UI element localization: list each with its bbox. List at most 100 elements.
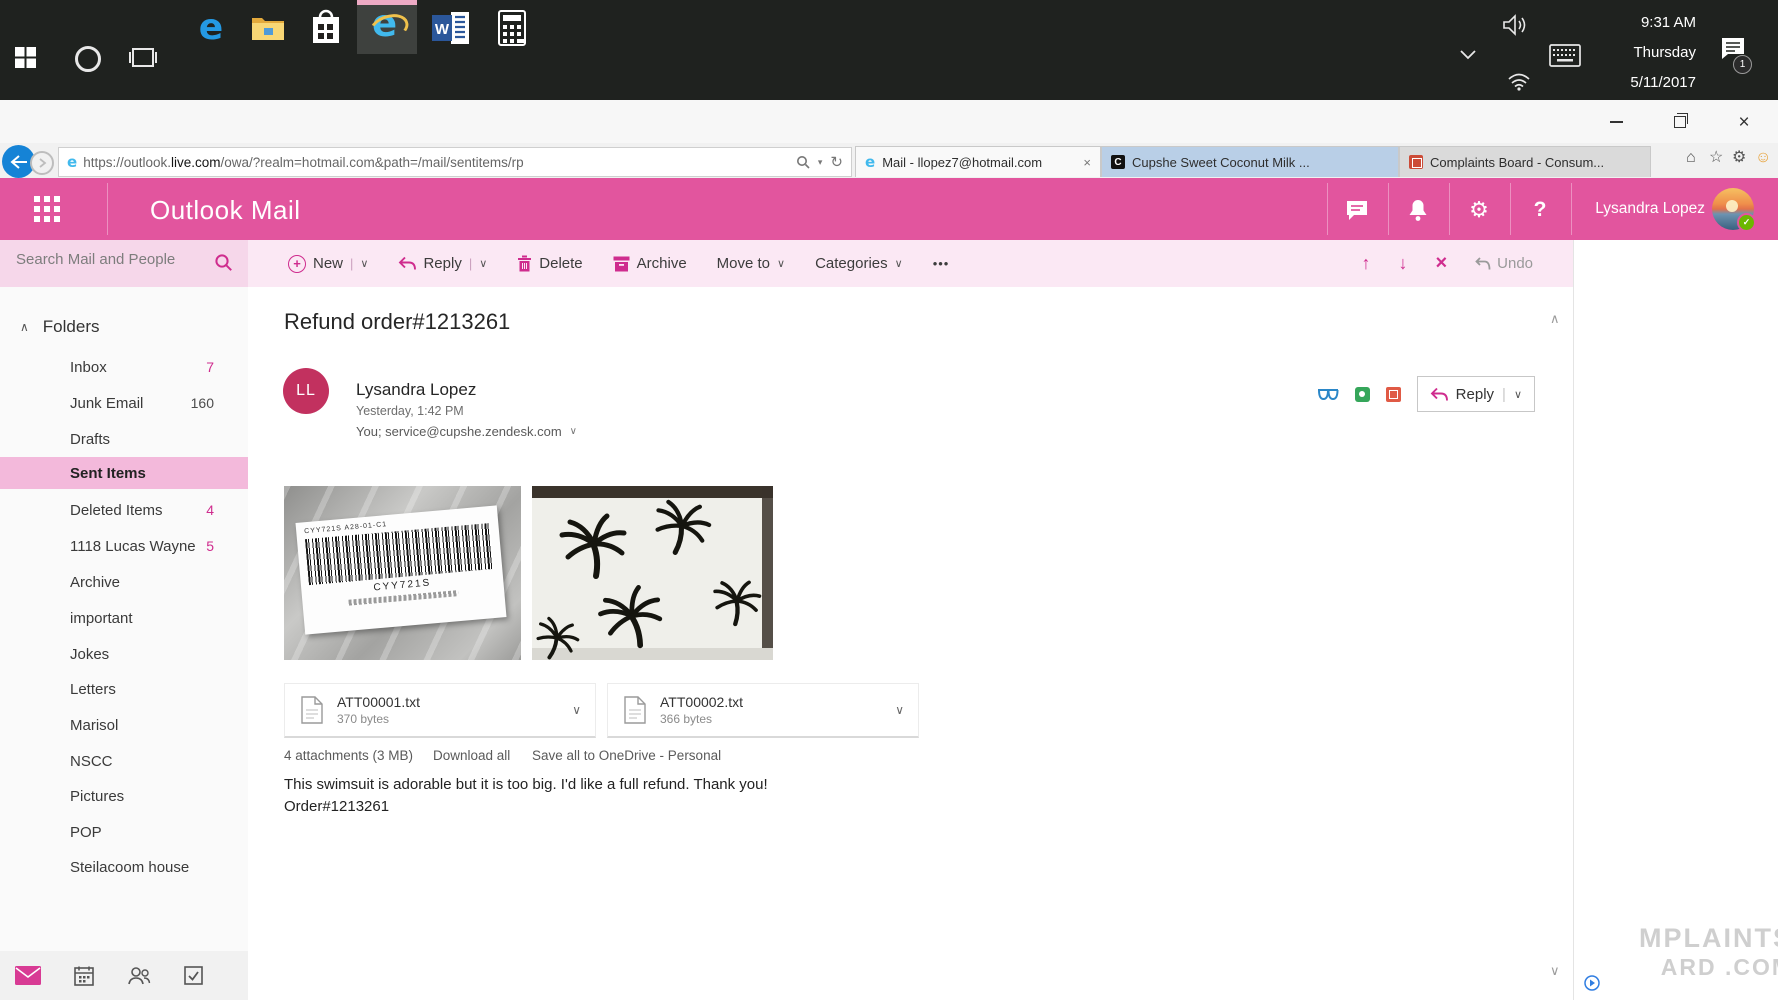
calculator-taskbar-icon[interactable] — [494, 7, 530, 49]
search-caret-icon[interactable]: ▾ — [818, 157, 823, 168]
status-check-icon: ✓ — [1737, 213, 1756, 232]
save-all-onedrive-link[interactable]: Save all to OneDrive - Personal — [532, 748, 721, 763]
people-module-icon[interactable] — [127, 966, 151, 985]
adchoices-icon[interactable] — [1584, 975, 1600, 991]
sidebar-item-letters[interactable]: Letters — [0, 673, 248, 705]
attachment-image-barcode[interactable]: CYY721S A28-01-C1 CYY721S — [284, 486, 521, 660]
scroll-down-chevron-icon[interactable]: ∨ — [1550, 963, 1560, 979]
previous-item-button[interactable]: ↑ — [1361, 253, 1370, 274]
sidebar-item-jokes[interactable]: Jokes — [0, 638, 248, 670]
mail-module-icon[interactable] — [15, 966, 41, 985]
tray-expand-chevron-icon[interactable] — [1458, 47, 1478, 63]
sidebar-item-sent-items[interactable]: Sent Items — [0, 457, 248, 489]
trash-icon — [518, 255, 532, 272]
sender-avatar[interactable]: LL — [283, 368, 329, 414]
sidebar-item-deleted-items[interactable]: Deleted Items 4 — [0, 494, 248, 526]
undo-button[interactable]: Undo — [1475, 255, 1533, 272]
search-icon[interactable] — [796, 155, 810, 169]
user-avatar[interactable]: ✓ — [1712, 188, 1756, 232]
reply-button-toolbar[interactable]: Reply | ∨ — [398, 255, 487, 272]
close-reading-pane-button[interactable]: × — [1435, 252, 1447, 275]
calendar-module-icon[interactable] — [74, 966, 94, 986]
red-addin-icon[interactable] — [1385, 386, 1401, 402]
sidebar-item-junk[interactable]: Junk Email 160 — [0, 387, 248, 419]
window-minimize-button[interactable] — [1601, 110, 1631, 134]
store-taskbar-icon[interactable] — [308, 6, 344, 48]
tab-cupshe[interactable]: C Cupshe Sweet Coconut Milk ... — [1101, 146, 1399, 177]
sidebar-item-pop[interactable]: POP — [0, 816, 248, 848]
chevron-down-icon: ∨ — [894, 258, 903, 270]
archive-button[interactable]: Archive — [613, 255, 687, 272]
attachment-menu-chevron-icon[interactable]: ∨ — [895, 703, 904, 717]
home-icon[interactable]: ⌂ — [1686, 150, 1696, 166]
word-taskbar-icon[interactable]: W — [430, 8, 474, 48]
sidebar-item-nscc[interactable]: NSCC — [0, 745, 248, 777]
wifi-icon[interactable] — [1506, 70, 1532, 92]
scroll-up-chevron-icon[interactable]: ∧ — [1550, 311, 1560, 327]
sidebar-item-steilacoom-house[interactable]: Steilacoom house — [0, 851, 248, 883]
clock-time[interactable]: 9:31 AM — [1586, 14, 1696, 31]
volume-icon[interactable] — [1502, 12, 1530, 38]
recipient-line[interactable]: You; service@cupshe.zendesk.com ∨ — [356, 424, 577, 439]
start-button-icon[interactable] — [13, 45, 37, 69]
tab-complaints-board[interactable]: Complaints Board - Consum... — [1399, 146, 1651, 177]
browser-forward-button[interactable] — [30, 151, 54, 175]
sidebar-item-drafts[interactable]: Drafts — [0, 423, 248, 455]
cortana-icon[interactable] — [75, 46, 101, 72]
sidebar-item-archive[interactable]: Archive — [0, 566, 248, 598]
download-all-link[interactable]: Download all — [433, 748, 510, 763]
attachment-menu-chevron-icon[interactable]: ∨ — [572, 703, 581, 717]
tab-mail[interactable]: e Mail - llopez7@hotmail.com × — [855, 146, 1101, 177]
sidebar-item-marisol[interactable]: Marisol — [0, 709, 248, 741]
folders-header[interactable]: ∧ Folders — [20, 317, 99, 337]
sunglasses-addin-icon[interactable] — [1317, 388, 1339, 401]
chat-icon[interactable] — [1337, 190, 1377, 230]
next-item-button[interactable]: ↓ — [1398, 253, 1407, 274]
help-icon[interactable]: ? — [1520, 190, 1560, 230]
task-view-icon[interactable] — [128, 46, 158, 68]
window-close-button[interactable]: × — [1729, 110, 1759, 134]
touch-keyboard-icon[interactable] — [1548, 42, 1582, 68]
browser-title-bar — [0, 100, 1778, 144]
reply-button[interactable]: Reply | ∨ — [1416, 376, 1535, 412]
user-name[interactable]: Lysandra Lopez — [1585, 200, 1705, 218]
address-bar[interactable]: e https://outlook.live.com/owa/?realm=ho… — [58, 147, 852, 177]
chevron-down-icon: ∨ — [1513, 388, 1522, 401]
sidebar-item-1118-lucas-wayne[interactable]: 1118 Lucas Wayne 5 — [0, 530, 248, 562]
collapse-chevron-icon[interactable]: ∧ — [20, 320, 29, 334]
sidebar-item-pictures[interactable]: Pictures — [0, 780, 248, 812]
attachment-card[interactable]: ATT00001.txt 370 bytes ∨ — [284, 683, 596, 738]
clock-day[interactable]: Thursday — [1586, 44, 1696, 61]
expand-recipients-chevron-icon[interactable]: ∨ — [570, 426, 577, 437]
sidebar-item-inbox[interactable]: Inbox 7 — [0, 351, 248, 383]
sidebar-search-icon[interactable] — [214, 253, 233, 272]
feedback-smiley-icon[interactable]: ☺ — [1755, 150, 1771, 166]
window-restore-button[interactable] — [1665, 110, 1695, 134]
categories-button[interactable]: Categories ∨ — [815, 255, 903, 272]
delete-button[interactable]: Delete — [517, 255, 583, 272]
watermark: MPLAINTS ARD .COM — [1639, 923, 1778, 980]
more-commands-button[interactable]: ••• — [933, 256, 950, 271]
favorites-star-icon[interactable]: ☆ — [1709, 150, 1723, 166]
sidebar-item-important[interactable]: important — [0, 602, 248, 634]
message-subject: Refund order#1213261 — [284, 309, 511, 334]
move-to-button[interactable]: Move to ∨ — [717, 255, 785, 272]
file-explorer-taskbar-icon[interactable] — [249, 10, 287, 46]
notifications-bell-icon[interactable] — [1398, 190, 1438, 230]
page-favicon-ie: e — [67, 153, 78, 171]
owa-settings-gear-icon[interactable]: ⚙ — [1459, 190, 1499, 230]
clock-date[interactable]: 5/11/2017 — [1586, 74, 1696, 91]
sender-name[interactable]: Lysandra Lopez — [356, 380, 476, 400]
refresh-icon[interactable]: ↻ — [830, 153, 843, 171]
search-input[interactable] — [14, 250, 208, 269]
tasks-module-icon[interactable] — [184, 966, 203, 985]
edge-taskbar-icon[interactable]: e — [192, 4, 230, 50]
settings-gear-icon[interactable]: ⚙ — [1732, 150, 1746, 166]
ie-taskbar-button-active[interactable]: e — [357, 0, 417, 54]
attachment-image-swimsuit[interactable] — [532, 486, 773, 660]
attachment-card[interactable]: ATT00002.txt 366 bytes ∨ — [607, 683, 919, 738]
app-launcher-icon[interactable] — [34, 196, 64, 226]
green-addin-icon[interactable] — [1354, 386, 1370, 402]
tab-close-icon[interactable]: × — [1083, 155, 1091, 170]
new-button[interactable]: New|∨ — [288, 254, 368, 273]
